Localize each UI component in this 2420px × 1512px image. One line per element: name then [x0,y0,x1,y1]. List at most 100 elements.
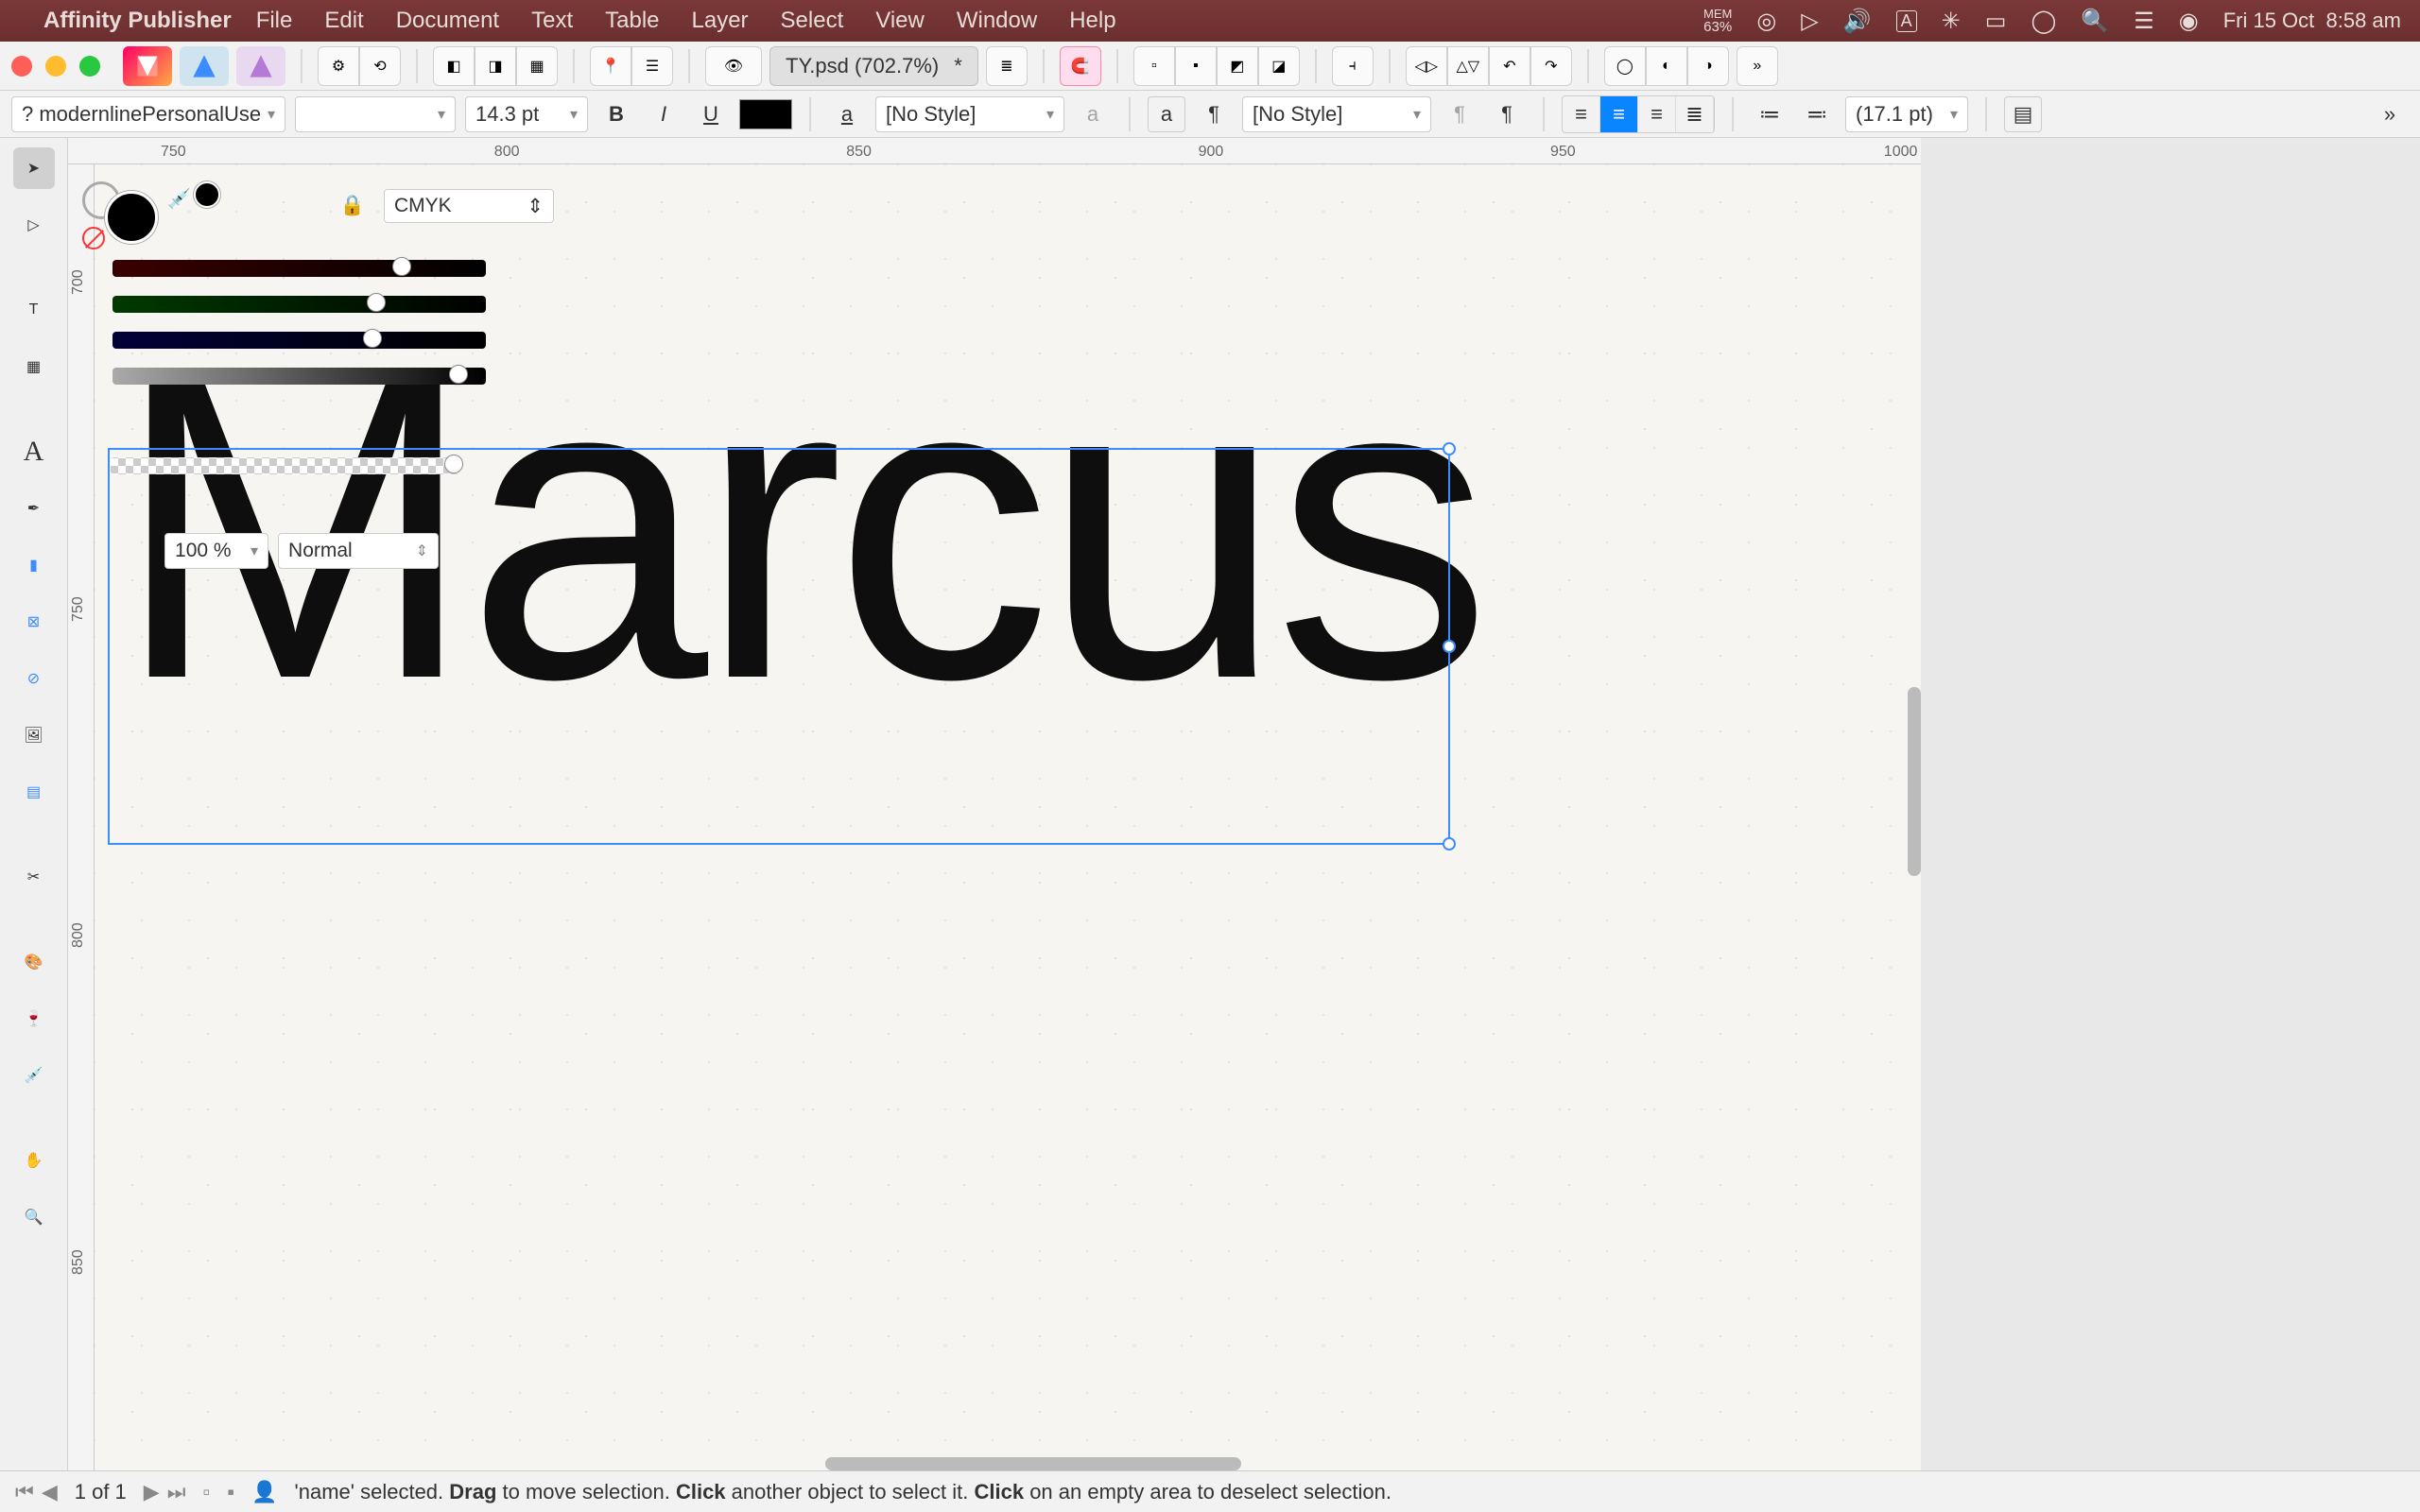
font-size-field[interactable]: 14.3 pt▾ [465,96,588,132]
table-tool[interactable]: ▦ [13,346,55,387]
text-color-swatch[interactable] [739,99,792,129]
pen-tool[interactable]: ✒ [13,488,55,529]
font-variant-dropdown[interactable]: ▾ [295,96,456,132]
colour-mode-dropdown[interactable]: CMYK⇕ [384,189,554,223]
horizontal-ruler[interactable]: 750 800 850 900 950 1000 [68,138,1921,164]
black-slider[interactable] [112,368,486,385]
layer-opacity-dropdown[interactable]: 100 %▾ [164,533,268,569]
play-icon[interactable]: ▷ [1801,8,1818,35]
menu-view[interactable]: View [875,8,925,34]
picture-frame-tool[interactable]: ⊠ [13,601,55,643]
magenta-slider[interactable] [112,296,486,313]
align-button[interactable]: ⫞ [1332,46,1374,86]
vertical-scrollbar[interactable] [1908,687,1921,876]
clock[interactable]: Fri 15 Oct 8:58 am [2223,9,2401,33]
baseline-button[interactable]: ☰ [631,46,673,86]
toggle-ui-icon[interactable]: ▫ [203,1480,211,1504]
volume-icon[interactable]: 🔊 [1843,8,1872,35]
selection-handle-ne[interactable] [1443,442,1456,455]
para-style-dropdown[interactable]: [No Style]▾ [1242,96,1431,132]
vertical-ruler[interactable]: 700 750 800 850 [68,164,95,1470]
menu-document[interactable]: Document [396,8,499,34]
align-justify-button[interactable]: ≣ [1676,96,1714,132]
align-left-button[interactable]: ≡ [1563,96,1600,132]
prev-page-button[interactable]: ◧ [433,46,475,86]
colour-lock-icon[interactable]: 🔒 [340,195,365,217]
selection-box[interactable] [108,448,1450,845]
sync-defaults-button[interactable]: ⚙ [318,46,359,86]
minimize-button[interactable] [45,56,66,77]
eyedropper-icon[interactable]: 💉 [167,187,191,211]
zoom-tool[interactable]: 🔍 [13,1196,55,1238]
to-back-button[interactable]: ◩ [1217,46,1258,86]
bold-button[interactable]: B [597,96,635,132]
user-icon[interactable]: 👤 [251,1480,277,1504]
move-tool[interactable]: ➤ [13,147,55,189]
ellipse-tool[interactable]: ⊘ [13,658,55,699]
forward-one-button[interactable]: ▪ [1175,46,1217,86]
subtract-button[interactable]: ◐ [1646,46,1687,86]
place-image-tool[interactable]: 🖼 [13,714,55,756]
menu-table[interactable]: Table [605,8,659,34]
last-page-button[interactable]: ⏭ [167,1480,186,1504]
secondary-well[interactable] [194,181,220,208]
crop-tool[interactable]: ✂ [13,856,55,898]
rotate-cw-button[interactable]: ↷ [1530,46,1572,86]
canvas[interactable]: Marcus [95,164,1921,1470]
align-right-button[interactable]: ≡ [1638,96,1676,132]
leading-field[interactable]: (17.1 pt)▾ [1845,96,1968,132]
node-tool[interactable]: ▷ [13,204,55,246]
control-center-icon[interactable]: ☰ [2134,8,2154,35]
input-source-icon[interactable]: A [1896,10,1917,32]
user-icon[interactable]: ◯ [2031,8,2056,35]
back-one-button[interactable]: ▫ [1133,46,1175,86]
menu-edit[interactable]: Edit [324,8,363,34]
battery-icon[interactable]: ▭ [1985,8,2007,35]
horizontal-scrollbar[interactable] [825,1457,1241,1470]
spotlight-icon[interactable]: 🔍 [2081,8,2109,35]
italic-button[interactable]: I [645,96,683,132]
color-picker-tool[interactable]: 💉 [13,1055,55,1096]
first-page-button[interactable]: ⏮ [15,1480,34,1504]
siri-icon[interactable]: ◉ [2179,8,2199,35]
zoom-button[interactable] [79,56,100,77]
menu-file[interactable]: File [256,8,293,34]
preview-mode-button[interactable]: 👁 [705,46,762,86]
data-merge-tool[interactable]: ▤ [13,771,55,813]
next-page-button[interactable]: ◨ [475,46,516,86]
next-page-button[interactable]: ▶ [144,1480,160,1504]
artistic-text-tool[interactable]: A [13,431,55,472]
align-center-button[interactable]: ≡ [1600,96,1638,132]
frame-text-tool[interactable]: T [13,289,55,331]
rectangle-tool[interactable]: ▮ [13,544,55,586]
preflight-button[interactable]: 📍 [590,46,631,86]
bluetooth-icon[interactable]: ✳ [1942,8,1961,35]
snapping-button[interactable]: 🧲 [1060,46,1101,86]
yellow-slider[interactable] [112,332,486,349]
cyan-slider[interactable] [112,260,486,277]
text-wrap-button[interactable]: ≣ [986,46,1028,86]
publisher-persona[interactable] [123,46,172,86]
revert-defaults-button[interactable]: ⟲ [359,46,401,86]
underline-button[interactable]: U [692,96,730,132]
menu-text[interactable]: Text [531,8,573,34]
pilcrow-button[interactable]: ¶ [1488,96,1526,132]
memory-indicator[interactable]: MEM63% [1703,8,1732,34]
font-family-dropdown[interactable]: ? modernlinePersonalUse▾ [11,96,285,132]
close-button[interactable] [11,56,32,77]
transparency-tool[interactable]: 🍷 [13,998,55,1040]
toolbar-overflow-button[interactable]: » [1737,46,1778,86]
canvas-viewport[interactable]: Marcus [95,164,1921,1470]
context-overflow-button[interactable]: » [2371,96,2409,132]
view-hand-tool[interactable]: ✋ [13,1140,55,1181]
char-style-dropdown[interactable]: [No Style]▾ [875,96,1064,132]
flip-v-button[interactable]: △▽ [1447,46,1489,86]
update-char-style-button[interactable]: a [1074,96,1112,132]
fill-well[interactable] [105,191,158,244]
designer-persona[interactable] [180,46,229,86]
menu-select[interactable]: Select [781,8,844,34]
menu-window[interactable]: Window [957,8,1037,34]
record-icon[interactable]: ◎ [1756,8,1776,35]
flip-h-button[interactable]: ◁▷ [1406,46,1447,86]
opacity-slider[interactable] [111,457,459,474]
